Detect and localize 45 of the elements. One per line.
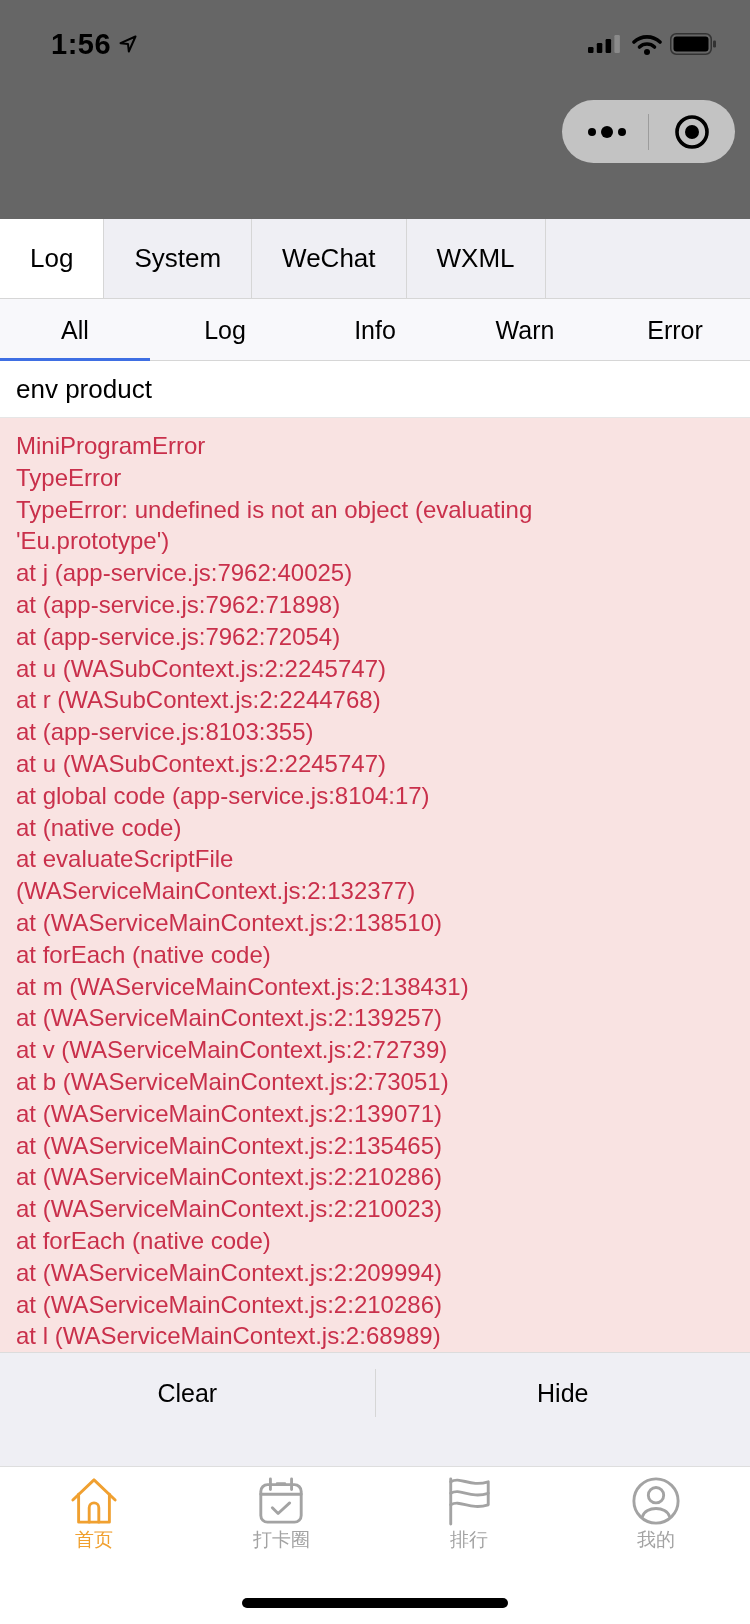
error-line: at (app-service.js:7962:72054) [16,621,341,652]
tab[interactable]: Log [0,219,105,298]
error-line: at (app-service.js:8103:355) [16,717,314,748]
error-line: at (WAServiceMainContext.js:2:210286) [16,1162,442,1193]
user-circle-icon [631,1476,682,1526]
error-line: at (WAServiceMainContext.js:2:210286) [16,1289,442,1320]
error-line: TypeError: undefined is not an object (evaluating [16,494,533,525]
status-time: 1:56 [51,27,112,61]
filter-tab[interactable]: Log [150,299,300,361]
filter-tab[interactable]: Warn [450,299,600,361]
battery-icon [670,33,716,55]
filter-tab[interactable]: Info [300,299,450,361]
error-line: at global code (app-service.js:8104:17) [16,780,430,811]
error-line: at evaluateScriptFile [16,844,234,875]
error-line: at (WAServiceMainContext.js:2:139071) [16,1098,442,1129]
circle-dot-icon[interactable] [675,114,709,149]
wifi-icon [632,33,662,55]
error-line: at u (WASubContext.js:2:2245747) [16,748,386,779]
error-line: at v (WAServiceMainContext.js:2:72739) [16,1035,448,1066]
error-line: at forEach (native code) [16,939,271,970]
error-line: at forEach (native code) [16,1225,271,1256]
error-line: 'Eu.prototype') [16,526,170,557]
error-line: at (WAServiceMainContext.js:2:138510) [16,907,442,938]
error-line: at b (WAServiceMainContext.js:2:73051) [16,1066,449,1097]
log-line: env product [16,373,152,405]
error-line: at (WAServiceMainContext.js:2:210023) [16,1194,442,1225]
error-line: at j (app-service.js:7962:40025) [16,558,353,589]
error-line: MiniProgramError [16,431,206,461]
error-line: at (WAServiceMainContext.js:2:139257) [16,1003,442,1034]
error-line: at r (WASubContext.js:2:2244768) [16,685,381,716]
filter-tab[interactable]: Error [600,299,750,361]
error-line: (WAServiceMainContext.js:2:132377) [16,876,416,907]
location-arrow-icon [119,35,138,53]
more-icon[interactable] [588,125,626,138]
action-button[interactable]: Hide [375,1353,750,1433]
error-line: at (WAServiceMainContext.js:2:135465) [16,1130,442,1161]
error-line: at (app-service.js:7962:71898) [16,590,341,620]
action-button[interactable]: Clear [0,1353,375,1433]
error-line: at m (WAServiceMainContext.js:2:138431) [16,971,469,1002]
signal-icon [588,35,620,53]
error-line: at (native code) [16,812,182,843]
error-line: at (WAServiceMainContext.js:2:209994) [16,1257,442,1288]
error-line: at l (WAServiceMainContext.js:2:68989) [16,1321,441,1352]
error-line: TypeError [16,462,122,493]
error-line: at u (WASubContext.js:2:2245747) [16,653,386,684]
